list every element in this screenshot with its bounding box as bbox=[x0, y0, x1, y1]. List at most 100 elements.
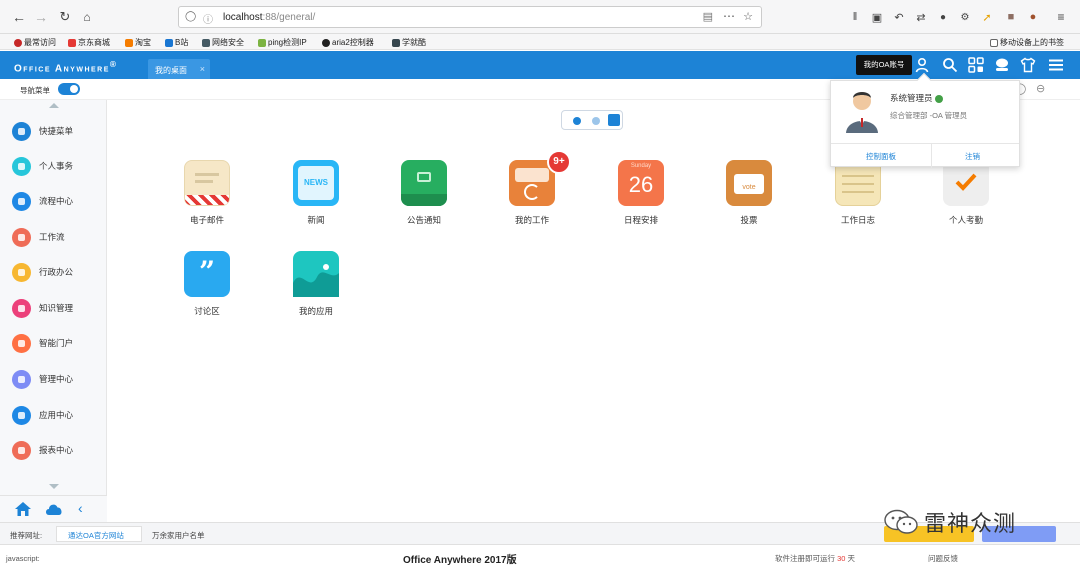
sidebar-item-label: 报表中心 bbox=[39, 445, 74, 455]
back-icon[interactable]: ← bbox=[10, 8, 28, 26]
bookmark-xuejiuku[interactable]: 学就酷 bbox=[392, 37, 426, 48]
bookmark-aria2[interactable]: aria2控制器 bbox=[322, 37, 374, 48]
nav-menu-toggle[interactable] bbox=[58, 83, 80, 95]
sync-icon[interactable]: ⇄ bbox=[912, 8, 930, 26]
feedback-link[interactable]: 问题反馈 bbox=[928, 553, 958, 564]
wechat-icon bbox=[884, 509, 918, 534]
cloud-icon[interactable] bbox=[44, 502, 64, 518]
app-label: 我的应用 bbox=[298, 306, 333, 316]
app-announcements[interactable]: 公告通知 bbox=[384, 160, 464, 240]
app-attendance[interactable]: 个人考勤 bbox=[926, 160, 1006, 240]
app-my-apps[interactable]: 我的应用 bbox=[276, 251, 356, 331]
sidebar-item-process-center[interactable]: 流程中心 bbox=[12, 190, 102, 212]
search-icon[interactable] bbox=[940, 55, 960, 75]
bookmark-icon bbox=[258, 38, 266, 47]
sidebar-item-app-center[interactable]: 应用中心 bbox=[12, 404, 102, 426]
extension-icon[interactable]: ⚙ bbox=[956, 8, 974, 26]
logout-button[interactable]: 注销 bbox=[965, 151, 980, 162]
menu-icon[interactable]: ≡ bbox=[1052, 8, 1070, 26]
announcement-icon bbox=[401, 160, 447, 206]
addon-icon[interactable]: ■ bbox=[1002, 8, 1020, 26]
app-email[interactable]: 电子邮件 bbox=[167, 160, 247, 240]
status-url: javascript: bbox=[6, 554, 40, 563]
skin-icon[interactable] bbox=[992, 55, 1012, 75]
report-icon bbox=[12, 440, 31, 460]
sidebar-item-knowledge[interactable]: 知识管理 bbox=[12, 297, 102, 319]
bookmark-jd[interactable]: 京东商城 bbox=[68, 37, 110, 48]
undo-icon[interactable]: ↶ bbox=[890, 8, 908, 26]
app-label: 电子邮件 bbox=[189, 215, 224, 225]
folder-icon bbox=[990, 38, 998, 47]
forward-icon[interactable]: → bbox=[32, 8, 50, 26]
bookmarks-bar: 最常访问 京东商城 淘宝 B站 网络安全 ping检测IP aria2控制器 学… bbox=[0, 34, 1080, 50]
bookmark-bilibili[interactable]: B站 bbox=[165, 37, 188, 48]
page-dot-active[interactable] bbox=[573, 117, 581, 125]
browser-toolbar: ← → ↻ ⌂ ◯ ⓘ localhost:88/general/ ▤ ⋯ ☆ … bbox=[0, 0, 1080, 34]
trial-notice: 软件注册即可运行 30 天 bbox=[775, 554, 856, 563]
sidebar-icon[interactable]: ▣ bbox=[868, 8, 886, 26]
sidebar-item-label: 快捷菜单 bbox=[39, 126, 74, 136]
bookmark-security[interactable]: 网络安全 bbox=[202, 37, 244, 48]
address-bar[interactable]: ◯ ⓘ localhost:88/general/ ▤ ⋯ ☆ bbox=[178, 6, 762, 28]
sidebar-item-admin-office[interactable]: 行政办公 bbox=[12, 261, 102, 283]
oa-account-tooltip: 我的OA账号 bbox=[856, 55, 912, 75]
desktop-pager bbox=[561, 110, 623, 130]
official-site-link[interactable]: 通达OA官方网站 bbox=[68, 530, 124, 541]
home-icon[interactable] bbox=[14, 501, 32, 519]
bookmark-ping[interactable]: ping检测IP bbox=[258, 37, 307, 48]
sidebar-item-reports[interactable]: 报表中心 bbox=[12, 439, 102, 461]
pin-icon[interactable]: ➚ bbox=[978, 8, 996, 26]
main-menu-icon[interactable] bbox=[1046, 55, 1066, 75]
app-label: 投票 bbox=[740, 215, 758, 225]
reader-view-icon[interactable]: ▤ bbox=[703, 10, 713, 23]
avatar bbox=[843, 87, 881, 133]
product-version: Office Anywhere 2017版 bbox=[403, 555, 517, 566]
app-vote[interactable]: vote 投票 bbox=[709, 160, 789, 240]
home-icon[interactable]: ⌂ bbox=[78, 8, 96, 26]
sidebar-item-management[interactable]: 管理中心 bbox=[12, 368, 102, 390]
bookmark-icon bbox=[392, 38, 400, 47]
app-label: 新闻 bbox=[307, 215, 325, 225]
app-my-work[interactable]: 9+ 我的工作 bbox=[492, 150, 572, 240]
bookmark-icon bbox=[14, 38, 22, 47]
library-icon[interactable]: ‖ bbox=[846, 8, 864, 26]
control-panel-button[interactable]: 控制面板 bbox=[866, 151, 896, 162]
app-label: 讨论区 bbox=[194, 306, 220, 316]
page-dot[interactable] bbox=[592, 117, 600, 125]
admin-office-icon bbox=[12, 262, 31, 282]
chat-icon[interactable]: ● bbox=[934, 8, 952, 26]
app-center-icon bbox=[12, 405, 31, 425]
cookie-icon[interactable]: ● bbox=[1024, 8, 1042, 26]
app-news[interactable]: NEWS 新闻 bbox=[276, 160, 356, 240]
user-icon[interactable] bbox=[912, 55, 932, 75]
reload-icon[interactable]: ↻ bbox=[56, 8, 74, 26]
star-icon[interactable]: ☆ bbox=[743, 10, 753, 23]
sidebar-item-label: 行政办公 bbox=[39, 267, 74, 277]
sidebar-item-portal[interactable]: 智能门户 bbox=[12, 332, 102, 354]
sidebar-item-workflow[interactable]: 工作流 bbox=[12, 226, 102, 248]
app-work-log[interactable]: 工作日志 bbox=[818, 160, 898, 240]
tab-my-desktop[interactable]: 我的桌面 × bbox=[148, 59, 210, 79]
sidebar-item-label: 智能门户 bbox=[39, 338, 74, 348]
info-icon[interactable]: ⓘ bbox=[203, 11, 213, 26]
bookmark-taobao[interactable]: 淘宝 bbox=[125, 37, 151, 48]
sidebar-item-quick-menu[interactable]: 快捷菜单 bbox=[12, 120, 102, 142]
watermark: 雷神众测 bbox=[884, 508, 1052, 537]
close-icon[interactable]: × bbox=[200, 64, 205, 74]
bookmark-most-visited[interactable]: 最常访问 bbox=[14, 37, 56, 48]
page-actions-icon[interactable]: ⋯ bbox=[723, 9, 735, 23]
apps-grid-icon[interactable] bbox=[966, 55, 986, 75]
collapse-icon[interactable]: ‹ bbox=[78, 500, 83, 516]
scroll-up-icon[interactable] bbox=[49, 102, 59, 108]
bookmark-mobile[interactable]: 移动设备上的书签 bbox=[990, 37, 1064, 48]
scroll-down-icon[interactable] bbox=[49, 484, 59, 490]
users-list-link[interactable]: 万余家用户名单 bbox=[152, 530, 205, 541]
sidebar-item-personal[interactable]: 个人事务 bbox=[12, 155, 102, 177]
grid-view-icon[interactable] bbox=[608, 114, 620, 126]
minus-circle-icon[interactable]: ⊖ bbox=[1036, 82, 1045, 95]
user-popup: 系统管理员 综合管理部 -OA 管理员 控制面板 注销 bbox=[830, 72, 1020, 168]
theme-shirt-icon[interactable] bbox=[1018, 55, 1038, 75]
app-forum[interactable]: ” 讨论区 bbox=[167, 251, 247, 331]
app-schedule[interactable]: Sunday 26 日程安排 bbox=[601, 160, 681, 240]
nav-toggle-label: 导航菜单 bbox=[20, 86, 50, 95]
